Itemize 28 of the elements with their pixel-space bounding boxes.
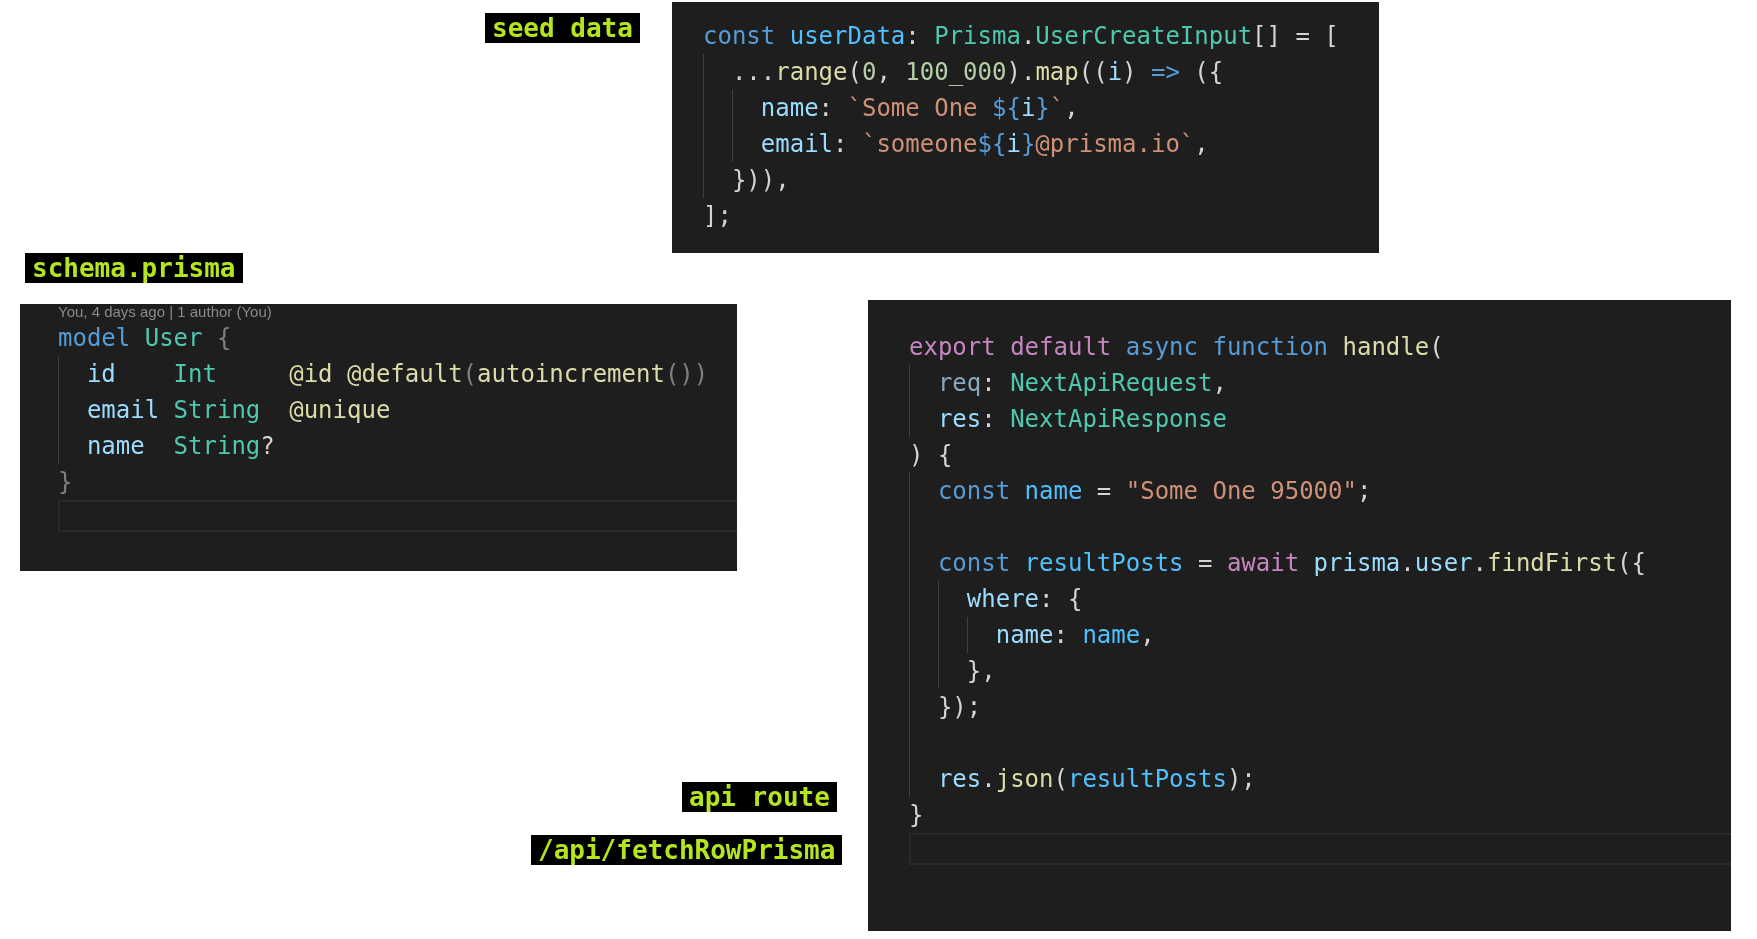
code-line: name: `Some One ${i}`, (759, 93, 1079, 124)
caption-label: /api/fetchRowPrisma (531, 835, 843, 865)
code-line: model User { (58, 323, 232, 354)
code-line: })), (730, 165, 790, 196)
code-line: ]; (703, 201, 732, 232)
caption-label: schema.prisma (25, 253, 243, 283)
code-line: name String? (85, 431, 275, 462)
code-line: } (58, 467, 73, 498)
code-line: email: `someone${i}@prisma.io`, (759, 129, 1209, 160)
caption-label: seed data (485, 13, 640, 43)
code-line: req: NextApiRequest, (936, 368, 1227, 399)
code-line: res.json(resultPosts); (936, 764, 1256, 795)
caption-label: api route (682, 782, 837, 812)
code-line: const name = "Some One 95000"; (936, 476, 1372, 507)
code-line: where: { (965, 584, 1083, 615)
code-line: name: name, (994, 620, 1155, 651)
code-line: id Int @id @default(autoincrement()) (85, 359, 709, 390)
code-line: res: NextApiResponse (936, 404, 1227, 435)
code-line: const userData: Prisma.UserCreateInput[] = [ (703, 21, 1339, 52)
code-line: ...range(0, 100_000).map((i) => ({ (730, 57, 1224, 88)
code-line: ) { (909, 440, 953, 471)
blame-annotation: You, 4 days ago | 1 author (You) (58, 304, 273, 320)
code-line: email String @unique (85, 395, 391, 426)
code-line: export default async function handle( (909, 332, 1444, 363)
code-line: const resultPosts = await prisma.user.findFirst({ (936, 548, 1646, 579)
code-line: }, (965, 656, 996, 687)
code-line: } (909, 800, 924, 831)
code-line: }); (936, 692, 982, 723)
